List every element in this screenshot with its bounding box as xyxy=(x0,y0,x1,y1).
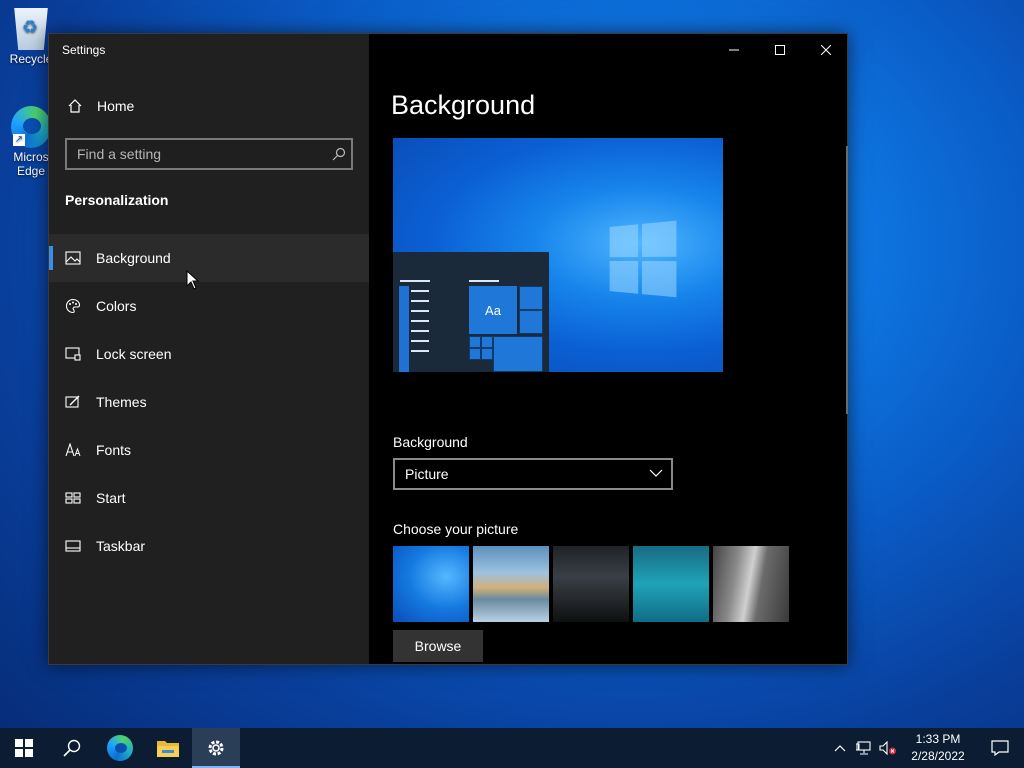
home-label: Home xyxy=(97,98,135,114)
home-icon xyxy=(67,98,83,114)
network-button[interactable] xyxy=(852,728,876,768)
notification-icon xyxy=(991,740,1009,756)
sidebar-item-label: Fonts xyxy=(96,442,132,458)
picture-thumbnail[interactable] xyxy=(553,546,629,622)
preview-tile xyxy=(493,336,543,372)
page-title: Background xyxy=(391,90,536,120)
volume-muted-icon xyxy=(879,741,896,755)
lock-screen-icon xyxy=(65,346,81,362)
preview-line xyxy=(411,290,429,292)
background-type-label: Background xyxy=(393,434,468,450)
clock-time: 1:33 PM xyxy=(915,732,961,746)
sidebar-item-label: Background xyxy=(96,250,171,266)
clock[interactable]: 1:33 PM 2/28/2022 xyxy=(900,731,976,765)
shortcut-arrow-icon: ↗ xyxy=(13,134,25,146)
scrollbar[interactable] xyxy=(846,146,848,414)
picture-thumbnail[interactable] xyxy=(473,546,549,622)
preview-line xyxy=(411,340,429,342)
sidebar-item-label: Colors xyxy=(96,298,137,314)
palette-icon xyxy=(65,298,81,314)
taskbar-file-explorer-button[interactable] xyxy=(144,728,192,768)
window-title: Settings xyxy=(62,43,106,57)
home-nav-item[interactable]: Home xyxy=(49,90,369,122)
sidebar-item-taskbar[interactable]: Taskbar xyxy=(49,522,369,570)
windows-logo-icon xyxy=(609,220,679,299)
start-button[interactable] xyxy=(0,728,48,768)
dropdown-value: Picture xyxy=(405,466,449,482)
preview-tile-aa: Aa xyxy=(469,286,517,334)
personalization-nav: Background Colors Lock screen Themes Fon… xyxy=(49,234,369,570)
sidebar-item-label: Lock screen xyxy=(96,346,172,362)
clock-date: 2/28/2022 xyxy=(911,749,965,763)
section-title: Personalization xyxy=(65,192,169,208)
picture-thumbnail[interactable] xyxy=(713,546,789,622)
search-input[interactable] xyxy=(77,146,327,162)
browse-button[interactable]: Browse xyxy=(393,630,483,662)
action-center-button[interactable] xyxy=(976,728,1024,768)
start-icon xyxy=(65,490,81,506)
edge-icon xyxy=(107,735,133,761)
preview-line xyxy=(411,300,429,302)
preview-line xyxy=(411,350,429,352)
sidebar-item-fonts[interactable]: Fonts xyxy=(49,426,369,474)
taskbar-settings-button[interactable] xyxy=(192,728,240,768)
settings-window: Settings Home Personalization Background xyxy=(48,33,848,665)
picture-thumbnail[interactable] xyxy=(393,546,469,622)
system-tray: 1:33 PM 2/28/2022 xyxy=(828,728,1024,768)
sidebar: Settings Home Personalization Background xyxy=(49,34,369,664)
picture-thumbnails xyxy=(393,546,789,622)
sidebar-item-label: Taskbar xyxy=(96,538,146,554)
preview-line xyxy=(400,280,430,282)
windows-start-icon xyxy=(15,739,33,757)
themes-icon xyxy=(65,394,81,410)
background-type-dropdown[interactable]: Picture xyxy=(393,458,673,490)
desktop-icon-label: Recycle xyxy=(9,52,53,66)
preview-line xyxy=(411,320,429,322)
sidebar-item-label: Themes xyxy=(96,394,147,410)
picture-icon xyxy=(65,250,81,266)
preview-tile xyxy=(519,310,543,334)
sidebar-item-start[interactable]: Start xyxy=(49,474,369,522)
sidebar-item-lock-screen[interactable]: Lock screen xyxy=(49,330,369,378)
settings-icon xyxy=(208,740,224,756)
sidebar-item-colors[interactable]: Colors xyxy=(49,282,369,330)
fonts-icon xyxy=(65,442,81,458)
desktop-icon-label: Micros Edge xyxy=(13,150,49,178)
main-pane: Background Aa Background Picture Choose … xyxy=(369,34,849,664)
edge-icon: ↗ xyxy=(11,106,51,148)
settings-search[interactable] xyxy=(65,138,353,170)
choose-picture-label: Choose your picture xyxy=(393,521,519,537)
background-preview: Aa xyxy=(393,138,723,372)
preview-tile xyxy=(481,336,493,348)
sidebar-item-themes[interactable]: Themes xyxy=(49,378,369,426)
volume-button[interactable] xyxy=(876,728,900,768)
file-explorer-icon xyxy=(157,741,179,757)
chevron-down-icon xyxy=(649,466,663,483)
preview-line xyxy=(469,280,499,282)
chevron-up-icon xyxy=(834,745,846,752)
preview-tile xyxy=(481,348,493,360)
preview-line xyxy=(411,330,429,332)
sidebar-item-background[interactable]: Background xyxy=(49,234,369,282)
show-hidden-icons-button[interactable] xyxy=(828,728,852,768)
sidebar-item-label: Start xyxy=(96,490,126,506)
taskbar: 1:33 PM 2/28/2022 xyxy=(0,728,1024,768)
picture-thumbnail[interactable] xyxy=(633,546,709,622)
preview-tile xyxy=(469,348,481,360)
taskbar-edge-button[interactable] xyxy=(96,728,144,768)
search-icon xyxy=(63,739,81,757)
recycle-bin-icon xyxy=(14,8,48,50)
preview-line xyxy=(411,310,429,312)
network-icon xyxy=(856,741,871,755)
preview-tile xyxy=(469,336,481,348)
mouse-cursor-icon xyxy=(186,270,200,290)
preview-start-column xyxy=(399,286,409,372)
taskbar-icon xyxy=(65,538,81,554)
taskbar-search-button[interactable] xyxy=(48,728,96,768)
preview-tile xyxy=(519,286,543,310)
search-icon[interactable] xyxy=(327,147,351,161)
